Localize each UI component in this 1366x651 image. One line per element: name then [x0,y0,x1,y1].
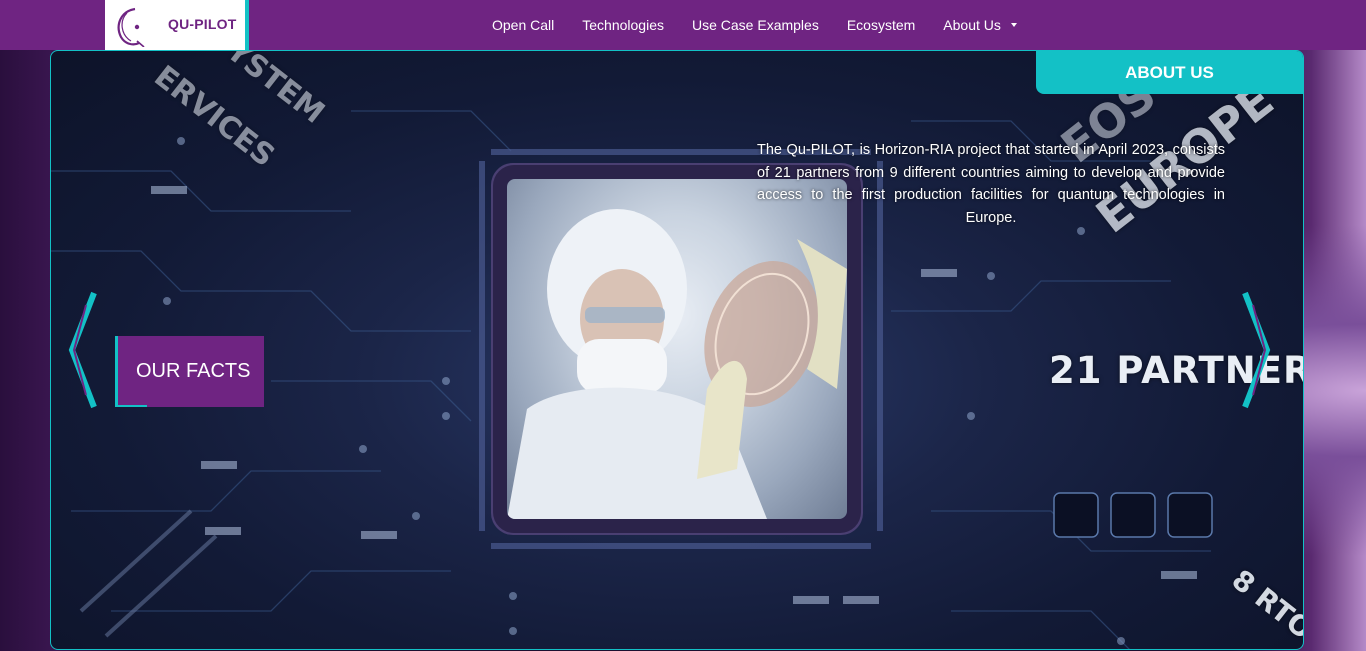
qu-pilot-logo-icon [117,7,145,47]
about-us-tab[interactable]: ABOUT US [1036,51,1303,94]
hero-slider: ERVICES YSTEM EOS EUROPE ABOUT US The Qu… [50,50,1304,650]
our-facts-box: OUR FACTS [115,336,264,407]
about-description: The Qu-PILOT, is Horizon-RIA project tha… [757,142,1225,226]
nav-ecosystem[interactable]: Ecosystem [833,17,929,33]
main-nav: Open Call Technologies Use Case Examples… [478,0,1031,50]
cleanroom-photo [507,179,847,519]
nav-technologies[interactable]: Technologies [568,17,678,33]
nav-about-us[interactable]: About Us [929,17,1031,33]
our-facts-label: OUR FACTS [136,360,251,382]
nav-about-us-label: About Us [943,17,1001,33]
nav-open-call[interactable]: Open Call [478,17,568,33]
brand-logo[interactable]: QU-PILOT [105,0,249,50]
nav-use-case-examples-label: Use Case Examples [692,17,819,33]
top-navbar: QU-PILOT Open Call Technologies Use Case… [0,0,1366,50]
nav-use-case-examples[interactable]: Use Case Examples [678,17,833,33]
nav-ecosystem-label: Ecosystem [846,17,916,33]
nav-technologies-label: Technologies [582,17,664,33]
cleanroom-scientist-image [507,209,847,519]
facts-underline [115,405,147,407]
brand-name: QU-PILOT [168,16,237,32]
chevron-left-icon[interactable] [66,291,98,409]
nav-open-call-label: Open Call [492,17,555,33]
chevron-right-icon[interactable] [1241,291,1273,409]
caret-down-icon [1010,23,1017,27]
